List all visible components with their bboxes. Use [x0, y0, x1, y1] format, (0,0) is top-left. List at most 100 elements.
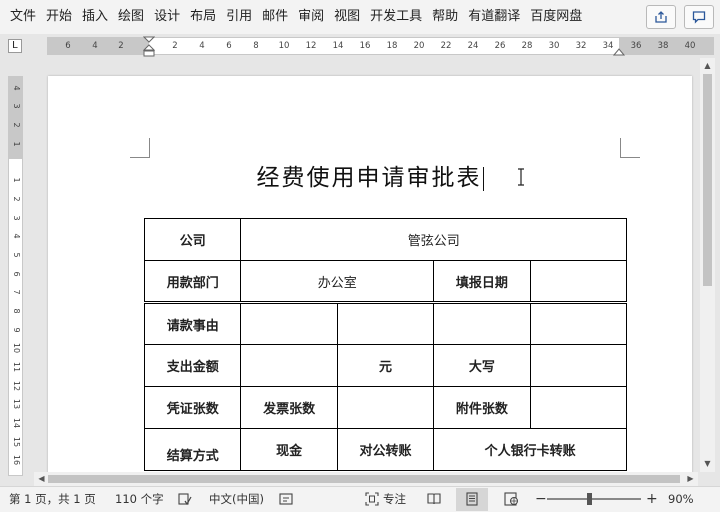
ruler-tick: 10 [278, 41, 290, 51]
dept-value[interactable]: 办公室 [240, 260, 435, 303]
zoom-out-button[interactable]: − [535, 487, 547, 511]
table-cell[interactable] [433, 301, 531, 345]
table-cell[interactable] [336, 301, 435, 345]
ruler-tick: 4 [199, 41, 205, 51]
attachment-label[interactable]: 附件张数 [433, 386, 531, 429]
share-button[interactable] [646, 5, 676, 29]
ruler-tick: 4 [92, 41, 98, 51]
table-row: 支出金额 元 大写 [143, 344, 628, 387]
focus-mode[interactable]: 专注 [383, 487, 406, 511]
menu-file[interactable]: 文件 [6, 0, 40, 34]
ruler-tick: 32 [575, 41, 587, 51]
ruler-tick: 14 [12, 417, 21, 429]
reason-label[interactable]: 请款事由 [143, 301, 242, 345]
zoom-in-button[interactable]: + [646, 487, 658, 511]
document-page[interactable]: 经费使用申请审批表 公司 管弦公司 用款部门 办公室 填报日期 请款事由 支出金… [48, 76, 692, 472]
menu-help[interactable]: 帮助 [428, 0, 462, 34]
ruler-tick: 2 [172, 41, 178, 51]
menu-layout[interactable]: 布局 [186, 0, 220, 34]
voucher-label[interactable]: 凭证张数 [143, 386, 242, 429]
table-cell[interactable] [529, 301, 628, 345]
tab-selector[interactable]: L [8, 39, 22, 53]
invoice-value[interactable] [336, 386, 435, 429]
settle-label[interactable]: 结算方式 [143, 428, 242, 471]
read-mode-icon[interactable] [427, 492, 441, 506]
word-count[interactable]: 110 个字 [115, 487, 164, 511]
scrollbar-thumb[interactable] [703, 74, 712, 286]
ruler-tick: 6 [65, 41, 71, 51]
ruler-tick: 5 [12, 252, 21, 258]
print-layout-icon[interactable] [465, 492, 479, 506]
zoom-slider-thumb[interactable] [587, 493, 593, 505]
personal-transfer-option[interactable]: 个人银行卡转账 [433, 428, 627, 471]
yuan-label[interactable]: 元 [336, 344, 435, 387]
scroll-down-icon[interactable]: ▼ [700, 457, 715, 471]
ruler-tick: 10 [12, 342, 21, 354]
scrollbar-thumb[interactable] [48, 475, 680, 483]
company-label[interactable]: 公司 [143, 218, 242, 261]
document-canvas[interactable]: 经费使用申请审批表 公司 管弦公司 用款部门 办公室 填报日期 请款事由 支出金… [34, 60, 698, 472]
ruler-tick: 16 [359, 41, 371, 51]
status-bar: 第 1 页，共 1 页 110 个字 中文(中国) 专注 − + 90% [0, 486, 720, 512]
table-row: 结算方式 现金 对公转账 个人银行卡转账 [143, 428, 627, 471]
menu-baidu-netdisk[interactable]: 百度网盘 [526, 0, 586, 34]
date-label[interactable]: 填报日期 [433, 260, 531, 303]
dept-label[interactable]: 用款部门 [143, 260, 242, 303]
transfer-option[interactable]: 对公转账 [336, 428, 435, 471]
ruler-tick: 36 [630, 41, 642, 51]
attachment-value[interactable] [529, 386, 628, 429]
menu-draw[interactable]: 绘图 [114, 0, 148, 34]
menu-developer[interactable]: 开发工具 [366, 0, 426, 34]
comments-button[interactable] [684, 5, 714, 29]
page-count[interactable]: 第 1 页，共 1 页 [9, 487, 96, 511]
menu-mailings[interactable]: 邮件 [258, 0, 292, 34]
ruler-tick: 3 [12, 103, 21, 109]
ruler-tick: 13 [12, 398, 21, 410]
invoice-label[interactable]: 发票张数 [240, 386, 338, 429]
ruler-tick: 8 [253, 41, 259, 51]
ruler-tick: 22 [440, 41, 452, 51]
cash-option[interactable]: 现金 [240, 428, 338, 471]
left-indent-marker[interactable] [143, 36, 155, 58]
ruler-tick: 26 [494, 41, 506, 51]
horizontal-ruler[interactable]: 6 4 2 2 4 6 8 10 12 14 16 18 20 22 24 26… [47, 36, 714, 58]
menu-insert[interactable]: 插入 [78, 0, 112, 34]
menu-youdao[interactable]: 有道翻译 [464, 0, 524, 34]
scroll-up-icon[interactable]: ▲ [700, 59, 715, 73]
menu-design[interactable]: 设计 [150, 0, 184, 34]
zoom-slider[interactable] [547, 498, 641, 500]
menu-view[interactable]: 视图 [330, 0, 364, 34]
amount-label[interactable]: 支出金额 [143, 344, 242, 387]
vertical-scrollbar[interactable]: ▲ ▼ [700, 58, 715, 472]
vertical-ruler[interactable]: 4 3 2 1 1 2 3 4 5 6 7 8 9 10 11 12 13 14… [8, 76, 23, 476]
menu-references[interactable]: 引用 [222, 0, 256, 34]
ruler-tick: 6 [226, 41, 232, 51]
amount-value[interactable] [240, 344, 338, 387]
company-value[interactable]: 管弦公司 [240, 218, 627, 261]
ruler-tick: 3 [12, 215, 21, 221]
right-indent-marker[interactable] [613, 46, 625, 56]
date-value[interactable] [529, 260, 628, 303]
proofing-icon[interactable] [178, 492, 192, 506]
table-row: 请款事由 [143, 301, 628, 345]
ruler-tick: 28 [521, 41, 533, 51]
table-cell[interactable] [240, 301, 338, 345]
menu-review[interactable]: 审阅 [294, 0, 328, 34]
ruler-tick: 14 [332, 41, 344, 51]
document-title[interactable]: 经费使用申请审批表 [48, 158, 692, 192]
web-layout-icon[interactable] [504, 492, 519, 506]
scroll-right-icon[interactable]: ▶ [683, 472, 698, 486]
language-indicator[interactable]: 中文(中国) [209, 487, 264, 511]
scroll-left-icon[interactable]: ◀ [34, 472, 49, 486]
capital-label[interactable]: 大写 [433, 344, 531, 387]
ruler-tick: 30 [548, 41, 560, 51]
text-cursor [482, 167, 484, 191]
table-row: 用款部门 办公室 填报日期 [143, 260, 628, 303]
zoom-level[interactable]: 90% [668, 487, 694, 511]
ruler-tick: 2 [12, 196, 21, 202]
horizontal-scrollbar[interactable]: ◀ ▶ [34, 472, 698, 486]
capital-value[interactable] [529, 344, 628, 387]
accessibility-icon[interactable] [279, 492, 294, 506]
focus-icon[interactable] [365, 492, 379, 506]
menu-home[interactable]: 开始 [42, 0, 76, 34]
